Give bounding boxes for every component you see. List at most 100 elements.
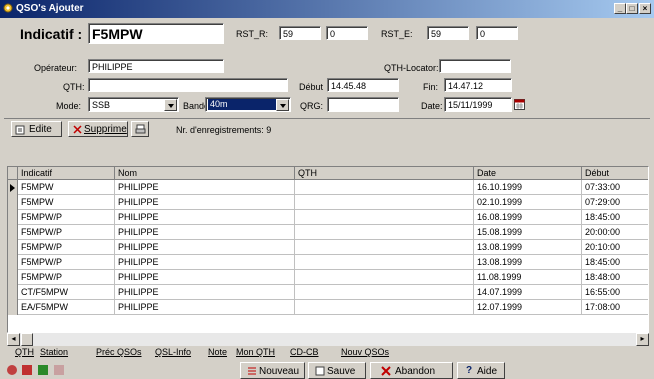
row-indicator[interactable]	[8, 210, 18, 225]
header-indicatif[interactable]: Indicatif	[18, 167, 115, 180]
table-cell[interactable]: 16:55:00	[582, 285, 648, 300]
table-cell[interactable]: F5MPW/P	[18, 210, 115, 225]
aide-button[interactable]: ? Aide	[457, 362, 505, 379]
row-indicator[interactable]	[8, 255, 18, 270]
header-qth[interactable]: QTH	[295, 167, 474, 180]
table-cell[interactable]: F5MPW	[18, 195, 115, 210]
table-row[interactable]: F5MPW/P PHILIPPE 11.08.1999 18:48:00	[8, 270, 648, 285]
tab-prec-qsos[interactable]: Préc QSOs	[96, 347, 142, 361]
tab-note[interactable]: Note	[208, 347, 227, 361]
table-cell[interactable]: PHILIPPE	[115, 210, 295, 225]
debut-input[interactable]: 14.45.48	[327, 78, 399, 92]
row-indicator[interactable]	[8, 285, 18, 300]
table-cell[interactable]: F5MPW/P	[18, 225, 115, 240]
table-cell[interactable]: PHILIPPE	[115, 225, 295, 240]
table-cell[interactable]: PHILIPPE	[115, 195, 295, 210]
rst-r-input-1[interactable]: 59	[279, 26, 321, 40]
table-cell[interactable]	[295, 195, 474, 210]
rst-e-input-2[interactable]: 0	[476, 26, 518, 40]
mode-select[interactable]: SSB	[88, 97, 179, 112]
table-cell[interactable]: PHILIPPE	[115, 255, 295, 270]
table-cell[interactable]: 02.10.1999	[474, 195, 582, 210]
table-cell[interactable]: F5MPW	[18, 180, 115, 195]
table-cell[interactable]	[295, 240, 474, 255]
table-row[interactable]: F5MPW/P PHILIPPE 15.08.1999 20:00:00	[8, 225, 648, 240]
qth-locator-input[interactable]	[439, 59, 511, 73]
print-button[interactable]	[131, 121, 149, 137]
tab-qth[interactable]: QTH	[15, 347, 34, 361]
fin-input[interactable]: 14.47.12	[444, 78, 512, 92]
table-row[interactable]: F5MPW/P PHILIPPE 13.08.1999 18:45:00	[8, 255, 648, 270]
scroll-thumb[interactable]	[21, 333, 33, 346]
bande-dropdown-icon[interactable]	[276, 99, 289, 111]
row-indicator[interactable]	[8, 195, 18, 210]
table-icon[interactable]	[21, 364, 33, 376]
table-cell[interactable]: 18:48:00	[582, 270, 648, 285]
table-cell[interactable]: PHILIPPE	[115, 270, 295, 285]
table-cell[interactable]	[295, 285, 474, 300]
table-cell[interactable]: 15.08.1999	[474, 225, 582, 240]
rst-e-input-1[interactable]: 59	[427, 26, 469, 40]
table-cell[interactable]: 13.08.1999	[474, 255, 582, 270]
table-row[interactable]: F5MPW/P PHILIPPE 13.08.1999 20:10:00	[8, 240, 648, 255]
table-cell[interactable]	[295, 270, 474, 285]
table-cell[interactable]: PHILIPPE	[115, 300, 295, 315]
table-cell[interactable]	[295, 255, 474, 270]
table-cell[interactable]: EA/F5MPW	[18, 300, 115, 315]
table-cell[interactable]: 11.08.1999	[474, 270, 582, 285]
table-cell[interactable]: 14.07.1999	[474, 285, 582, 300]
tab-nouv-qsos[interactable]: Nouv QSOs	[341, 347, 389, 361]
row-indicator[interactable]	[8, 240, 18, 255]
sauve-button[interactable]: Sauve	[308, 362, 366, 379]
table-cell[interactable]	[295, 225, 474, 240]
row-indicator[interactable]	[8, 270, 18, 285]
table-cell[interactable]: PHILIPPE	[115, 180, 295, 195]
header-date[interactable]: Date	[474, 167, 582, 180]
row-indicator[interactable]	[8, 180, 18, 195]
table-row[interactable]: F5MPW/P PHILIPPE 16.08.1999 18:45:00	[8, 210, 648, 225]
header-nom[interactable]: Nom	[115, 167, 295, 180]
bande-select[interactable]: 40m	[205, 97, 291, 112]
table-cell[interactable]: PHILIPPE	[115, 240, 295, 255]
table-row[interactable]: CT/F5MPW PHILIPPE 14.07.1999 16:55:00	[8, 285, 648, 300]
nouveau-button[interactable]: Nouveau	[240, 362, 305, 379]
table-cell[interactable]: F5MPW/P	[18, 240, 115, 255]
close-button[interactable]: ×	[639, 3, 651, 14]
table-cell[interactable]	[295, 300, 474, 315]
scroll-left-icon[interactable]: ◂	[7, 333, 20, 346]
edite-button[interactable]: Edite	[11, 121, 62, 137]
table-cell[interactable]: 18:45:00	[582, 210, 648, 225]
calendar-icon[interactable]	[514, 99, 525, 110]
tab-mon-qth[interactable]: Mon QTH	[236, 347, 275, 361]
header-debut[interactable]: Début	[582, 167, 648, 180]
table-cell[interactable]: 18:45:00	[582, 255, 648, 270]
table-cell[interactable]: 20:00:00	[582, 225, 648, 240]
table-cell[interactable]: 16.08.1999	[474, 210, 582, 225]
table-cell[interactable]: 07:29:00	[582, 195, 648, 210]
row-indicator[interactable]	[8, 300, 18, 315]
table-cell[interactable]: 20:10:00	[582, 240, 648, 255]
globe-icon[interactable]	[6, 364, 18, 376]
mode-dropdown-icon[interactable]	[164, 99, 177, 111]
qth-input[interactable]	[88, 78, 288, 92]
table-row[interactable]: EA/F5MPW PHILIPPE 12.07.1999 17:08:00	[8, 300, 648, 315]
table-cell[interactable]: F5MPW/P	[18, 270, 115, 285]
table-cell[interactable]: F5MPW/P	[18, 255, 115, 270]
table-row[interactable]: F5MPW PHILIPPE 16.10.1999 07:33:00	[8, 180, 648, 195]
scroll-right-icon[interactable]: ▸	[636, 333, 649, 346]
operateur-input[interactable]: PHILIPPE	[88, 59, 224, 73]
rst-r-input-2[interactable]: 0	[326, 26, 368, 40]
table-cell[interactable]: PHILIPPE	[115, 285, 295, 300]
row-indicator[interactable]	[8, 225, 18, 240]
abandon-button[interactable]: Abandon	[370, 362, 453, 379]
table-row[interactable]: F5MPW PHILIPPE 02.10.1999 07:29:00	[8, 195, 648, 210]
supprime-button[interactable]: Supprime	[68, 121, 128, 137]
table-cell[interactable]: 13.08.1999	[474, 240, 582, 255]
table-cell[interactable]: 07:33:00	[582, 180, 648, 195]
horizontal-scrollbar[interactable]: ◂ ▸	[7, 333, 649, 346]
tab-cd-cb[interactable]: CD-CB	[290, 347, 319, 361]
tab-station[interactable]: Station	[40, 347, 68, 361]
table-cell[interactable]	[295, 210, 474, 225]
table-cell[interactable]: 16.10.1999	[474, 180, 582, 195]
indicatif-input[interactable]: F5MPW	[88, 23, 224, 44]
